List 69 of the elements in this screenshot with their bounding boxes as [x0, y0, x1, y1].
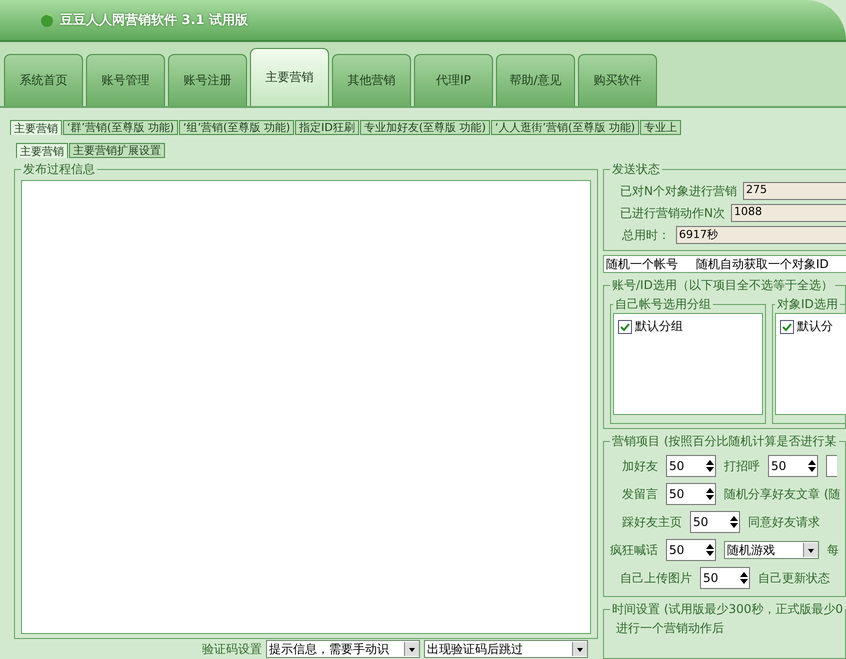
timing-text: 进行一个营销动作后: [615, 621, 724, 635]
field-label: 疯狂喊话: [610, 542, 658, 558]
main-tab[interactable]: 账号注册: [168, 54, 247, 106]
game-dropdown[interactable]: 随机游戏: [724, 541, 819, 559]
group-title: 自己帐号选用分组: [615, 297, 711, 311]
checkbox-label: 默认分: [797, 318, 833, 335]
main-tab[interactable]: 帮助/意见: [496, 54, 575, 106]
field-label: 踩好友主页: [622, 514, 682, 530]
stat-label: 总用时：: [622, 226, 670, 244]
captcha-label: 验证码设置: [202, 640, 262, 658]
panel-title: 营销项目 (按照百分比随机计算是否进行某: [612, 434, 836, 448]
checkbox[interactable]: [780, 320, 794, 334]
group-title: 对象ID选用: [777, 297, 838, 311]
sub-tab[interactable]: 主要营销: [10, 120, 62, 135]
spin-arrows-icon: [705, 486, 715, 502]
option-label: 同意好友请求: [748, 514, 820, 530]
stat-label: 已进行营销动作N次: [620, 204, 725, 222]
captcha-mode-dropdown[interactable]: 提示信息，需要手动识: [266, 640, 420, 658]
caret-icon: [404, 642, 419, 656]
spin-arrows-icon: [729, 514, 739, 530]
main-tab[interactable]: 账号管理: [86, 54, 165, 106]
panel-title: 时间设置 (试用版最少300秒，正式版最少0: [612, 602, 844, 616]
sub-tab[interactable]: 指定ID狂刷: [295, 120, 359, 135]
caret-icon: [803, 543, 818, 557]
panel-title: 发送状态: [612, 162, 660, 176]
main-tab[interactable]: 主要营销: [250, 48, 329, 106]
inner-tab[interactable]: 主要营销: [16, 143, 68, 158]
sub-tab[interactable]: ‘群’营销(至尊版 功能): [63, 120, 178, 135]
sub-tab[interactable]: 专业加好友(至尊版 功能): [360, 120, 490, 135]
number-field[interactable]: 50: [768, 455, 818, 477]
number-field[interactable]: 50: [666, 539, 716, 561]
window-title: 豆豆人人网营销软件 3.1 试用版: [60, 12, 248, 29]
field-label: 加好友: [622, 458, 658, 474]
field-label: 打招呼: [724, 458, 760, 474]
spin-arrows-icon: [705, 542, 715, 558]
main-tab[interactable]: 系统首页: [4, 54, 83, 106]
spin-arrows-icon: [739, 570, 749, 586]
spin-arrows-icon: [807, 458, 817, 474]
checkbox[interactable]: [618, 320, 632, 334]
caret-icon: [572, 642, 587, 656]
mode-text: 随机一个帐号: [606, 256, 678, 272]
spin-arrows-icon: [705, 458, 715, 474]
panel-title: 账号/ID选用（以下项目全不选等于全选）: [612, 278, 833, 292]
stat-value: 6917秒: [676, 226, 846, 244]
stat-label: 已对N个对象进行营销: [620, 182, 737, 200]
number-field[interactable]: 50: [700, 567, 750, 589]
sub-tab[interactable]: ‘组’营销(至尊版 功能): [179, 120, 294, 135]
number-field[interactable]: 50: [666, 455, 716, 477]
stat-value: 1088: [730, 204, 846, 222]
panel-title: 发布过程信息: [23, 162, 95, 176]
sub-tab[interactable]: ‘人人逛街’营销(至尊版 功能): [490, 120, 640, 135]
apple-logo-icon: [40, 13, 54, 27]
number-field[interactable]: 50: [666, 483, 716, 505]
stat-value: 275: [742, 182, 846, 200]
field-label: 自己上传图片: [620, 570, 692, 586]
sub-tab[interactable]: 专业上: [640, 120, 682, 135]
field-label: 发留言: [622, 486, 658, 502]
input-field[interactable]: [826, 455, 837, 477]
option-label: 每: [827, 542, 839, 558]
number-field[interactable]: 50: [690, 511, 740, 533]
captcha-action-dropdown[interactable]: 出现验证码后跳过: [424, 640, 588, 658]
main-tab[interactable]: 代理IP: [414, 54, 493, 106]
mode-text: 随机自动获取一个对象ID: [696, 256, 829, 272]
main-tab[interactable]: 其他营销: [332, 54, 411, 106]
main-tab[interactable]: 购买软件: [578, 54, 657, 106]
checkbox-label: 默认分组: [635, 318, 683, 335]
inner-tab[interactable]: 主要营销扩展设置: [69, 143, 165, 158]
option-label: 随机分享好友文章 (随: [724, 486, 840, 502]
option-label: 自己更新状态: [758, 570, 830, 586]
